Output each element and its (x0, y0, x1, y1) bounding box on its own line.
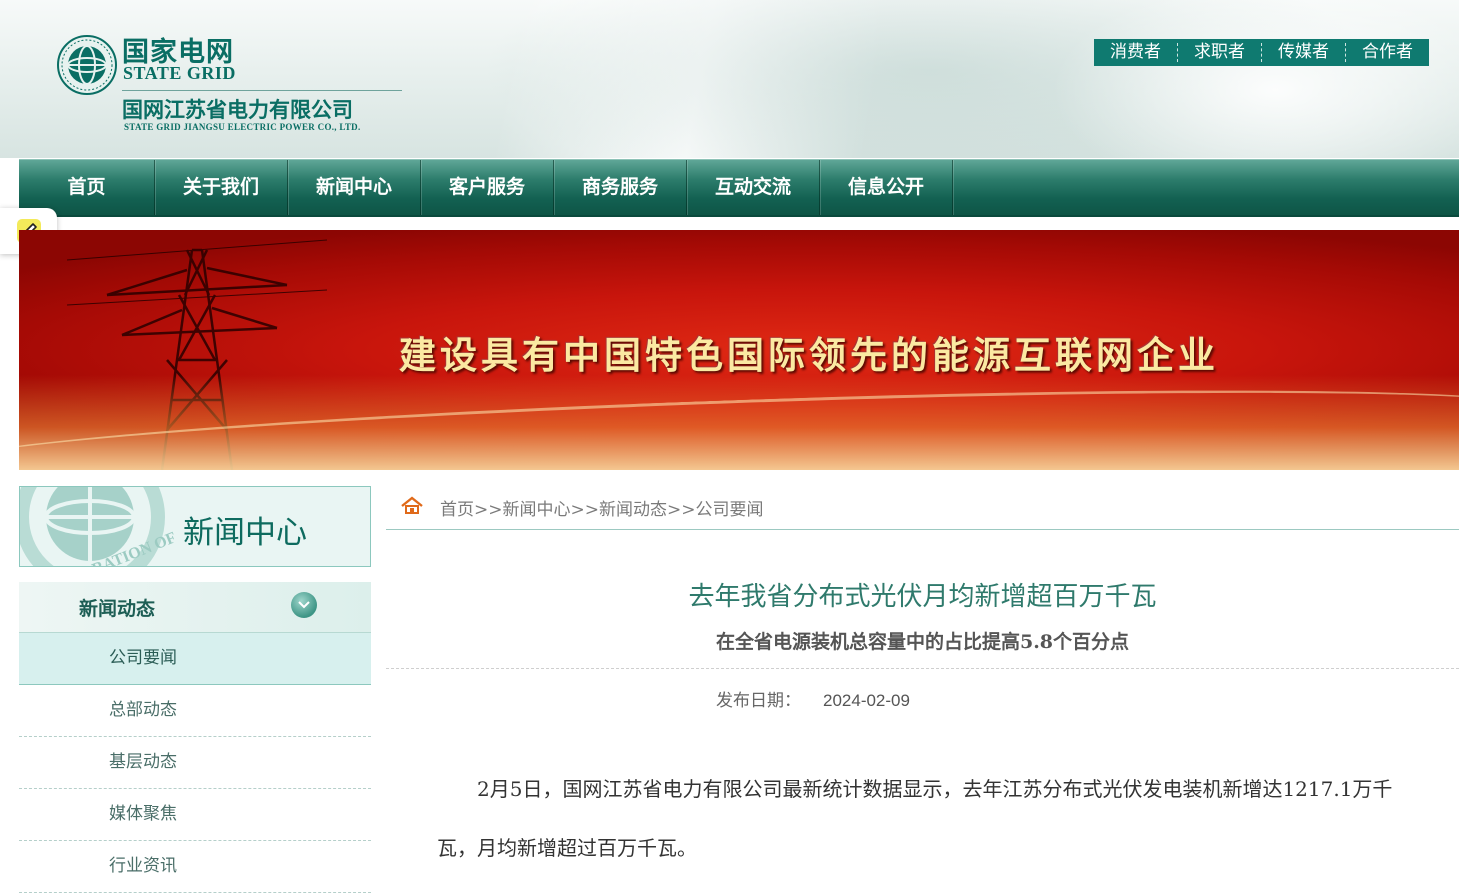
nav-customer-service[interactable]: 客户服务 (421, 160, 554, 215)
nav-interaction[interactable]: 互动交流 (687, 160, 820, 215)
state-grid-logo[interactable]: 国家电网 STATE GRID 国网江苏省电力有限公司 STATE GRID J… (56, 30, 416, 140)
logo-en-name: STATE GRID (123, 63, 236, 83)
nav-news-center[interactable]: 新闻中心 (288, 160, 421, 215)
sidebar-menu: 新闻动态 公司要闻 总部动态 基层动态 媒体聚焦 行业资讯 (19, 582, 371, 893)
main-navigation: 首页 关于我们 新闻中心 客户服务 商务服务 互动交流 信息公开 (19, 159, 1459, 217)
job-seeker-link[interactable]: 求职者 (1177, 43, 1261, 62)
publish-info: 发布日期： 2024-02-09 (716, 686, 910, 711)
corporation-seal-image: CORPORATION OF (20, 487, 179, 566)
nav-business-service[interactable]: 商务服务 (554, 160, 687, 215)
publish-date-label: 发布日期： (716, 691, 801, 711)
company-name-en: STATE GRID JIANGSU ELECTRIC POWER CO., L… (124, 122, 361, 132)
banner-slogan: 建设具有中国特色国际领先的能源互联网企业 (399, 334, 1219, 377)
header-decoration (1050, 0, 1459, 158)
globe-logo-icon (57, 35, 117, 95)
sidebar-item-industry-info[interactable]: 行业资讯 (19, 841, 371, 893)
media-link[interactable]: 传媒者 (1261, 43, 1345, 62)
breadcrumb: 首页>>新闻中心>>新闻动态>>公司要闻 (386, 487, 1459, 530)
sidebar-section-header[interactable]: 新闻动态 (19, 582, 371, 633)
breadcrumb-path[interactable]: 首页>>新闻中心>>新闻动态>>公司要闻 (440, 495, 763, 520)
sidebar-item-hq-news[interactable]: 总部动态 (19, 685, 371, 737)
partner-link[interactable]: 合作者 (1345, 43, 1429, 62)
article-subtitle: 在全省电源装机总容量中的占比提高5.8个百分点 (715, 631, 1130, 653)
nav-home[interactable]: 首页 (19, 160, 155, 215)
company-name-cn: 国网江苏省电力有限公司 (122, 98, 353, 122)
article-paragraph: 2月5日，国网江苏省电力有限公司最新统计数据显示，去年江苏分布式光伏发电装机新增… (437, 777, 1393, 860)
sidebar-title-panel: CORPORATION OF 新闻中心 (19, 486, 371, 567)
sidebar-section-label: 新闻动态 (79, 598, 156, 620)
logo-divider (122, 90, 402, 91)
article-divider (386, 668, 1459, 669)
sidebar-item-company-news[interactable]: 公司要闻 (19, 633, 371, 685)
audience-links: 消费者 求职者 传媒者 合作者 (1094, 39, 1429, 66)
hero-banner: 建设具有中国特色国际领先的能源互联网企业 (19, 230, 1459, 470)
publish-date: 2024-02-09 (823, 691, 910, 710)
sidebar-item-local-news[interactable]: 基层动态 (19, 737, 371, 789)
sidebar-item-media-focus[interactable]: 媒体聚焦 (19, 789, 371, 841)
sidebar-title: 新闻中心 (183, 515, 307, 551)
chevron-down-icon[interactable] (291, 592, 317, 618)
consumer-link[interactable]: 消费者 (1094, 43, 1177, 62)
article-title: 去年我省分布式光伏月均新增超百万千瓦 (688, 582, 1157, 612)
nav-info-disclosure[interactable]: 信息公开 (820, 160, 953, 215)
home-icon (401, 496, 423, 514)
site-header: 国家电网 STATE GRID 国网江苏省电力有限公司 STATE GRID J… (0, 0, 1459, 158)
nav-about-us[interactable]: 关于我们 (155, 160, 288, 215)
